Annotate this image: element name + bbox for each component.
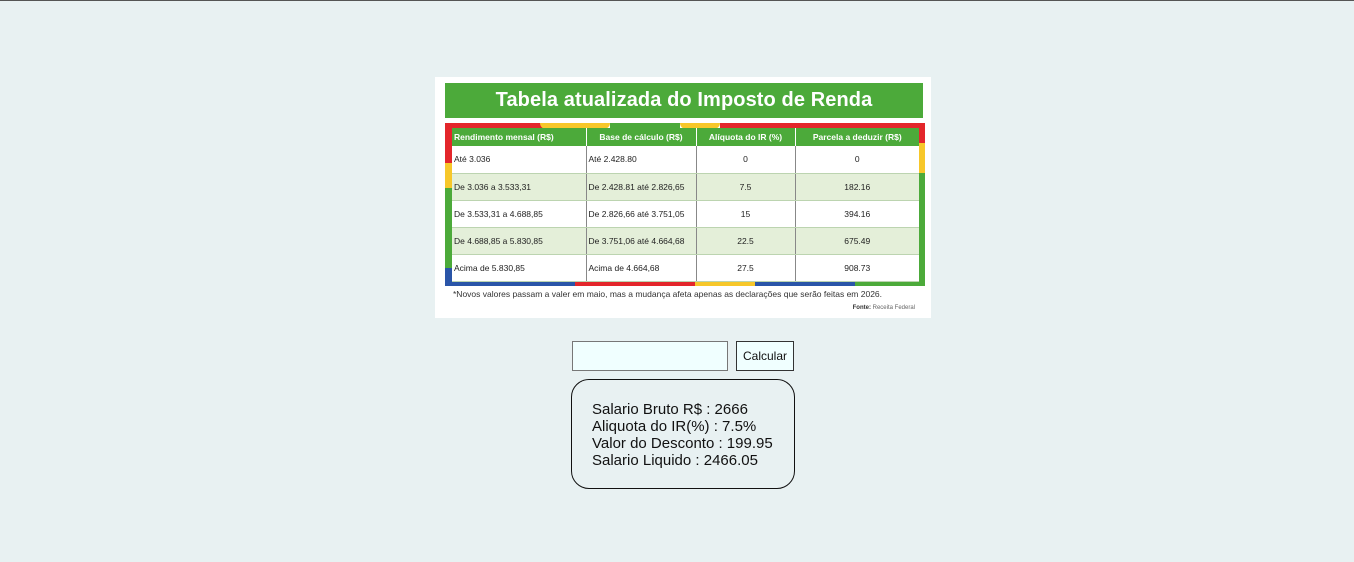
- table-cell: 0: [794, 146, 919, 174]
- table-cell: 22.5: [695, 227, 795, 255]
- table-cell: De 2.428.81 até 2.826,65: [585, 173, 696, 201]
- table-cell: Acima de 5.830,85: [452, 254, 586, 282]
- column-header: Parcela a deduzir (R$): [794, 128, 919, 146]
- source-value: Receita Federal: [872, 305, 915, 311]
- table-row: Acima de 5.830,85 Acima de 4.664,68 27.5…: [452, 254, 919, 282]
- table-cell: De 3.751,06 até 4.664,68: [585, 227, 696, 255]
- discount-value-text: Valor do Desconto : 199.95: [592, 435, 773, 452]
- table-row: De 4.688,85 a 5.830,85 De 3.751,06 até 4…: [452, 227, 919, 255]
- table-cell: 182.16: [794, 173, 919, 201]
- tax-table-wrapper: Rendimento mensal (R$) Base de cálculo (…: [452, 128, 919, 282]
- table-cell: De 4.688,85 a 5.830,85: [452, 227, 586, 255]
- salary-input[interactable]: [572, 341, 728, 371]
- table-row: De 3.533,31 a 4.688,85 De 2.826,66 até 3…: [452, 200, 919, 228]
- tax-table-title-bar: Tabela atualizada do Imposto de Renda: [445, 83, 923, 118]
- table-cell: 675.49: [794, 227, 919, 255]
- column-header: Base de cálculo (R$): [585, 128, 696, 146]
- table-cell: 394.16: [794, 200, 919, 228]
- column-header: Alíquota do IR (%): [695, 128, 795, 146]
- gross-salary-text: Salario Bruto R$ : 2666: [592, 401, 748, 418]
- table-cell: 7.5: [695, 173, 795, 201]
- tax-table-image: Tabela atualizada do Imposto de Renda Re…: [435, 77, 931, 318]
- column-header: Rendimento mensal (R$): [452, 128, 586, 146]
- table-cell: De 2.826,66 até 3.751,05: [585, 200, 696, 228]
- table-cell: Até 2.428.80: [585, 146, 696, 174]
- table-cell: Até 3.036: [452, 146, 586, 174]
- top-border-line: [0, 0, 1354, 1]
- table-cell: Acima de 4.664,68: [585, 254, 696, 282]
- net-salary-text: Salario Liquido : 2466.05: [592, 452, 758, 469]
- tax-table-title: Tabela atualizada do Imposto de Renda: [495, 89, 873, 111]
- calculate-button[interactable]: Calcular: [736, 341, 794, 371]
- result-panel: Salario Bruto R$ : 2666 Aliquota do IR(%…: [571, 379, 795, 489]
- tax-rate-text: Aliquota do IR(%) : 7.5%: [592, 418, 757, 435]
- tax-table-header-row: Rendimento mensal (R$) Base de cálculo (…: [452, 128, 919, 146]
- table-row: Até 3.036 Até 2.428.80 0 0: [452, 146, 919, 174]
- table-cell: 0: [695, 146, 795, 174]
- table-row: De 3.036 a 3.533,31 De 2.428.81 até 2.82…: [452, 173, 919, 201]
- table-cell: 27.5: [695, 254, 795, 282]
- tax-table-footnote: *Novos valores passam a valer em maio, m…: [453, 289, 883, 299]
- table-cell: 15: [695, 200, 795, 228]
- tax-table: Rendimento mensal (R$) Base de cálculo (…: [452, 128, 919, 282]
- source-label: Fonte:: [852, 305, 871, 311]
- table-cell: De 3.036 a 3.533,31: [452, 173, 586, 201]
- tax-table-source: Fonte: Receita Federal: [853, 305, 915, 311]
- table-cell: De 3.533,31 a 4.688,85: [452, 200, 586, 228]
- table-cell: 908.73: [794, 254, 919, 282]
